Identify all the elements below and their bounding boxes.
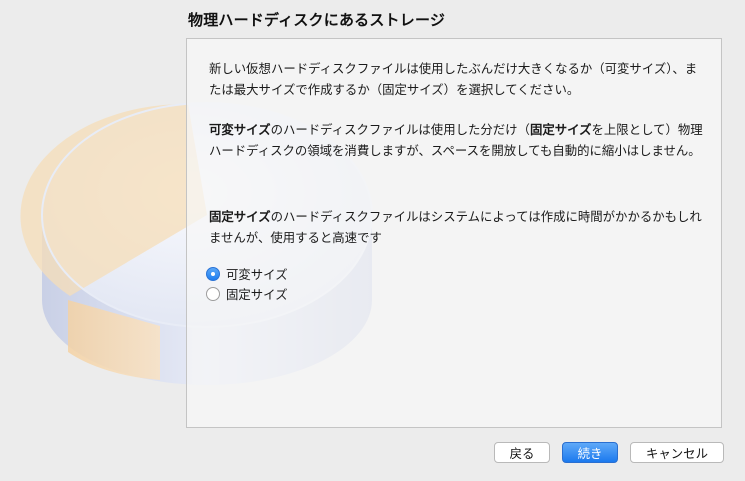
fixed-description-text: のハードディスクファイルはシステムによっては作成に時間がかかるかもしれませんが、… <box>209 209 702 245</box>
back-button[interactable]: 戻る <box>494 442 550 463</box>
fixed-description: 固定サイズのハードディスクファイルはシステムによっては作成に時間がかかるかもしれ… <box>209 206 705 248</box>
radio-label-fixed: 固定サイズ <box>226 287 288 302</box>
radio-option-fixed[interactable]: 固定サイズ <box>206 285 288 303</box>
radio-unselected-icon[interactable] <box>206 287 220 301</box>
radio-selected-icon[interactable] <box>206 267 220 281</box>
dynamic-description-text-1: のハードディスクファイルは使用した分だけ（ <box>270 122 530 137</box>
fixed-term: 固定サイズ <box>529 122 592 137</box>
radio-label-dynamic: 可変サイズ <box>226 267 288 282</box>
cancel-button[interactable]: キャンセル <box>630 442 724 463</box>
dynamic-term: 可変サイズ <box>209 122 271 137</box>
intro-paragraph: 新しい仮想ハードディスクファイルは使用したぶんだけ大きくなるか（可変サイズ）、ま… <box>209 61 698 97</box>
page-title: 物理ハードディスクにあるストレージ <box>188 11 446 29</box>
radio-option-dynamic[interactable]: 可変サイズ <box>206 265 288 283</box>
fixed-term: 固定サイズ <box>209 209 271 224</box>
next-button[interactable]: 続き <box>562 442 618 463</box>
dynamic-description: 可変サイズのハードディスクファイルは使用した分だけ（固定サイズを上限として）物理… <box>209 119 705 161</box>
